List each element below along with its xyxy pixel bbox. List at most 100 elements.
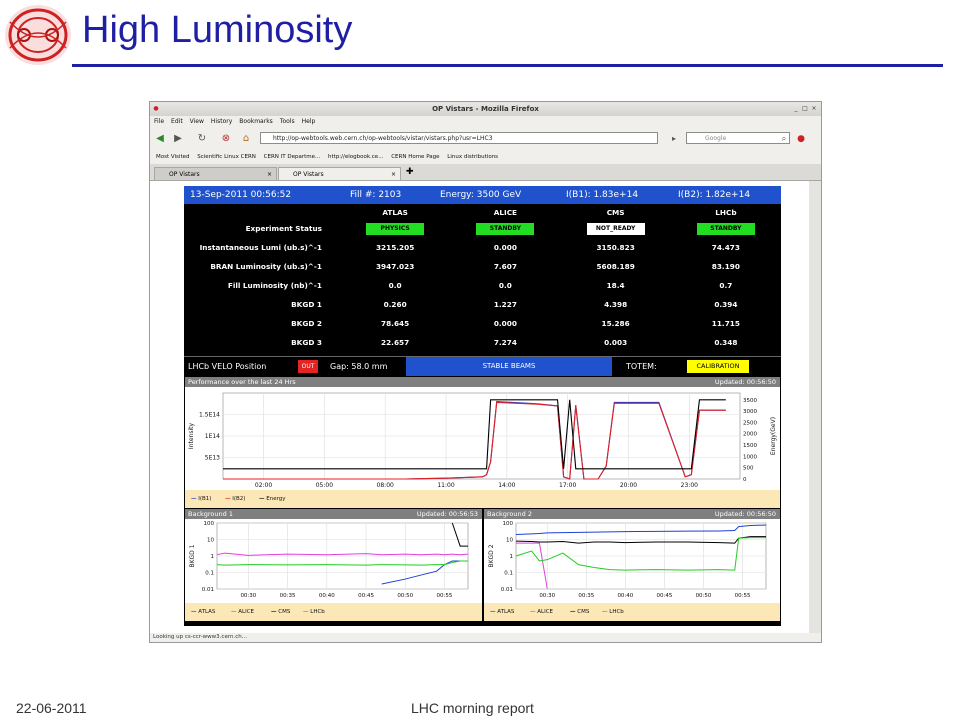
vertical-scrollbar[interactable] (809, 181, 821, 633)
legend-item: — I(B1) (191, 496, 212, 502)
col-cms: CMS (606, 208, 625, 217)
menu-bookmarks[interactable]: Bookmarks (239, 116, 273, 128)
bookmark-cern-it[interactable]: CERN IT Departme... (264, 150, 321, 164)
intensity-b1: I(B1): 1.83e+14 (566, 190, 639, 200)
search-input[interactable]: Google (686, 132, 790, 144)
home-icon[interactable]: ⌂ (240, 133, 252, 145)
bookmark-scientific-linux[interactable]: Scientific Linux CERN (197, 150, 256, 164)
vistar-datetime: 13-Sep-2011 00:56:52 (190, 190, 292, 200)
close-window-icon[interactable]: × (810, 105, 818, 112)
chart-title: Performance over the last 24 Hrs (188, 378, 296, 386)
y-tick-label: 100 (204, 521, 215, 527)
table-cell: 1.227 (493, 300, 517, 309)
legend-label: LHCb (310, 609, 325, 615)
x-tick-label: 17:00 (559, 482, 576, 489)
chart-header: Performance over the last 24 Hrs Updated… (185, 377, 780, 387)
bookmarks-toolbar: Most Visited Scientific Linux CERN CERN … (150, 150, 821, 164)
reload-icon[interactable]: ↻ (196, 133, 208, 145)
menu-history[interactable]: History (211, 116, 232, 128)
bookmark-linux-distributions[interactable]: Linux distributions (447, 150, 498, 164)
legend-label: ATLAS (497, 609, 515, 615)
table-row: BKGD 2 78.645 0.000 15.286 11.715 (184, 314, 781, 333)
tab-label: OP Vistars (169, 171, 200, 178)
legend-label: ATLAS (198, 609, 216, 615)
background1-chart-panel: Background 1 Updated: 00:56:53 00:30 00:3… (185, 509, 482, 621)
table-cell: 0.003 (604, 338, 628, 347)
y-tick-label: 1 (510, 554, 514, 560)
table-body: Instantaneous Lumi (ub.s)^-1 3215.205 0.00… (184, 238, 781, 352)
row-label: BKGD 3 (291, 338, 322, 347)
totem-label: TOTEM: (626, 362, 657, 371)
back-icon[interactable]: ◀ (154, 133, 166, 145)
table-cell: 3215.205 (375, 243, 415, 252)
x-tick-label: 00:40 (319, 593, 335, 599)
status-badge: STANDBY (476, 222, 535, 235)
window-title: OP Vistars - Mozilla Firefox (432, 105, 539, 113)
beam-mode-badge: STABLE BEAMS (406, 357, 612, 376)
y2-axis-label: Energy(GeV) (770, 417, 777, 455)
close-tab-icon[interactable]: × (391, 168, 396, 181)
y-tick-label: 0.1 (504, 571, 513, 577)
x-tick-label: 00:30 (539, 593, 555, 599)
status-badge: PHYSICS (366, 222, 425, 235)
table-cell: 83.190 (711, 262, 740, 271)
bookmark-cern-home[interactable]: CERN Home Page (391, 150, 439, 164)
x-tick-label: 00:55 (735, 593, 751, 599)
background1-chart: 00:30 00:35 00:40 00:45 00:50 00:55 0.01 0.1 1 10… (189, 521, 469, 599)
menu-view[interactable]: View (190, 116, 204, 128)
go-icon[interactable]: ▸ (668, 133, 680, 145)
x-tick-label: 00:55 (437, 593, 453, 599)
legend-label: ALICE (238, 609, 255, 615)
vistar-panel: 13-Sep-2011 00:56:52 Fill #: 2103 Energy… (184, 186, 781, 626)
new-tab-icon[interactable]: ✚ (406, 167, 414, 177)
minimize-icon[interactable]: _ (792, 105, 800, 112)
menu-file[interactable]: File (154, 116, 164, 128)
x-tick-label: 05:00 (316, 482, 333, 489)
y2-tick-label: 3500 (743, 398, 757, 404)
table-cell: 0.260 (383, 300, 407, 309)
col-atlas: ATLAS (382, 208, 408, 217)
y-axis-label: BKGD 1 (189, 544, 196, 567)
url-input[interactable]: http://op-webtools.web.cern.ch/op-webtoo… (260, 132, 658, 144)
table-cell: 0.0 (498, 281, 512, 290)
x-tick-label: 00:35 (578, 593, 594, 599)
legend-item: — I(B2) (225, 496, 246, 502)
x-tick-label: 00:40 (617, 593, 633, 599)
y2-tick-label: 1000 (743, 454, 757, 460)
y-tick-label: 1.5E14 (199, 412, 220, 419)
menu-tools[interactable]: Tools (280, 116, 295, 128)
stop-icon[interactable]: ⊗ (220, 133, 232, 145)
tab-op-vistars-2[interactable]: OP Vistars × (278, 167, 401, 180)
chart-header: Background 1 Updated: 00:56:53 (185, 509, 482, 519)
legend-label: I(B1) (198, 496, 212, 502)
menu-edit[interactable]: Edit (171, 116, 183, 128)
legend-label: LHCb (609, 609, 624, 615)
table-row: Experiment Status PHYSICS STANDBY NOT_RE… (184, 219, 781, 238)
table-cell: 3150.823 (596, 243, 635, 252)
velo-bar: LHCb VELO Position OUT Gap: 58.0 mm STAB… (184, 356, 781, 376)
adblock-icon[interactable]: ● (795, 133, 807, 145)
x-tick-label: 23:00 (681, 482, 698, 489)
y2-tick-label: 2000 (743, 432, 757, 438)
close-tab-icon[interactable]: × (267, 168, 272, 181)
chart-legend: — I(B1) — I(B2) — Energy (185, 490, 780, 508)
background2-chart-panel: Background 2 Updated: 00:56:50 00:30 00:3… (484, 509, 780, 621)
x-tick-label: 00:50 (397, 593, 413, 599)
chart-updated: Updated: 00:56:50 (714, 510, 776, 518)
bookmark-most-visited[interactable]: Most Visited (156, 150, 189, 164)
y-tick-label: 0.01 (202, 587, 214, 593)
y2-tick-label: 2500 (743, 420, 757, 426)
legend-label: ALICE (537, 609, 554, 615)
menu-help[interactable]: Help (302, 116, 316, 128)
y-axis-label: BKGD 2 (488, 544, 495, 567)
chart-legend: — ATLAS — ALICE — CMS — LHCb (484, 603, 780, 621)
maximize-icon[interactable]: □ (801, 105, 809, 112)
table-cell: 18.4 (606, 281, 625, 290)
tab-bar: OP Vistars × OP Vistars × ✚ (150, 164, 821, 181)
search-icon[interactable]: ⌕ (778, 133, 790, 145)
bookmark-elogbook[interactable]: http://elogbook.ce... (328, 150, 383, 164)
forward-icon[interactable]: ▶ (172, 133, 184, 145)
table-cell: 11.715 (711, 319, 740, 328)
tab-op-vistars-1[interactable]: OP Vistars × (154, 167, 277, 180)
table-cell: 7.607 (493, 262, 517, 271)
